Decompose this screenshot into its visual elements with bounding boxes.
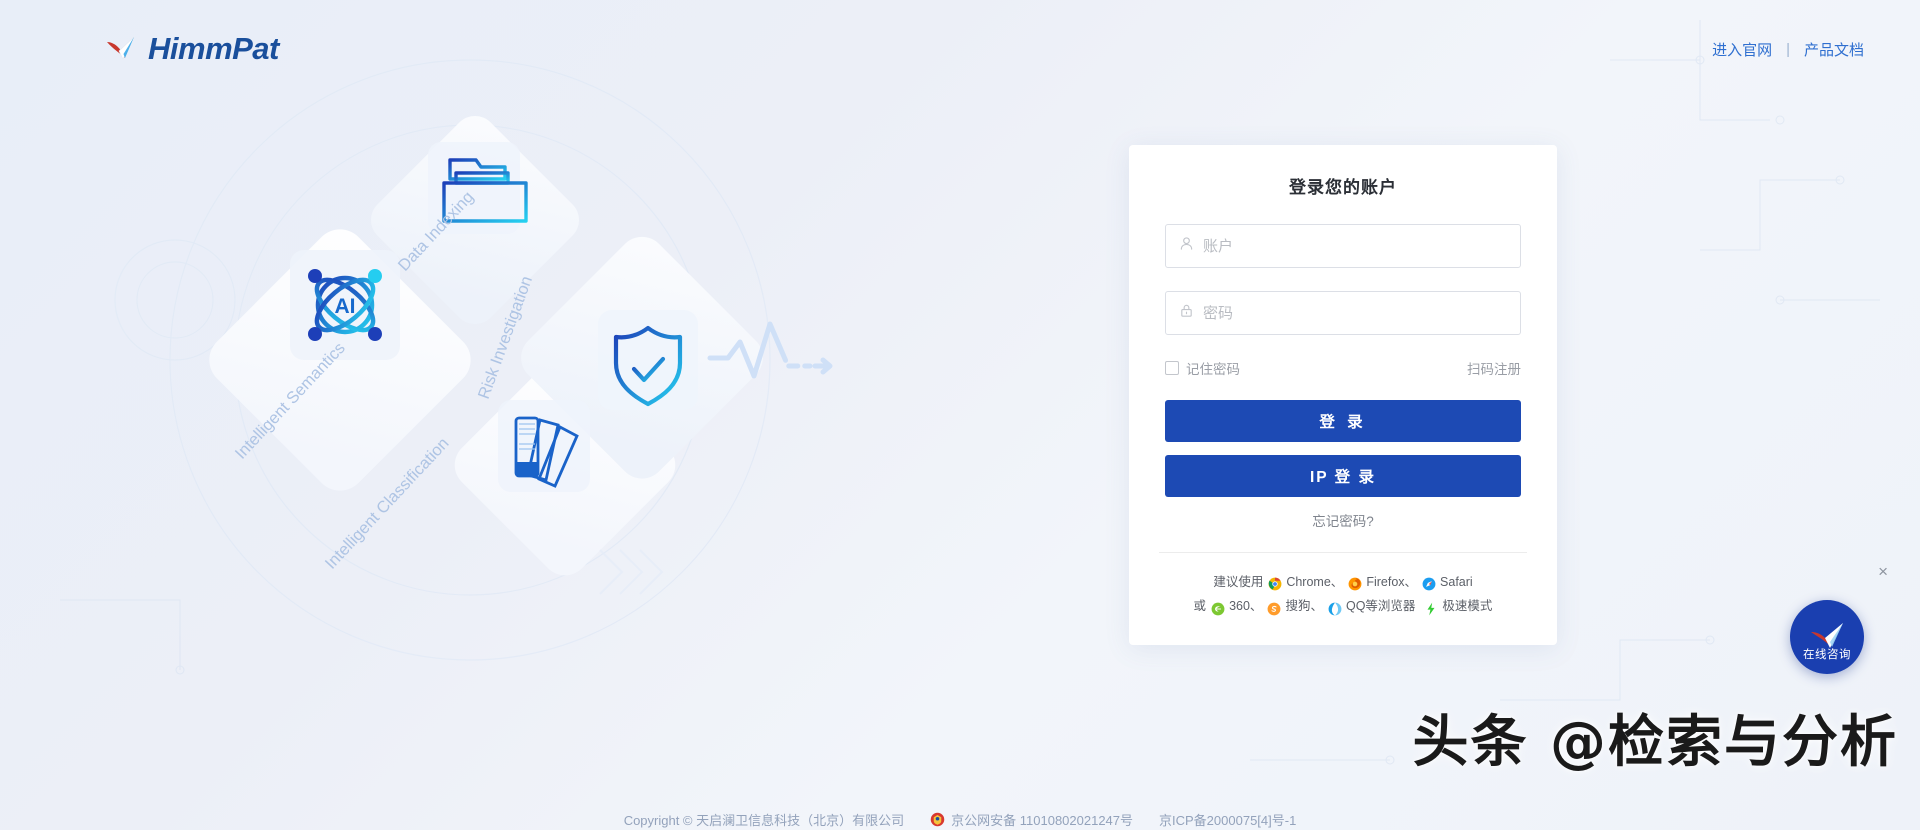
header-nav: 进入官网 | 产品文档 (1712, 39, 1864, 60)
qq-icon (1328, 600, 1342, 615)
forgot-password-link[interactable]: 忘记密码? (1165, 510, 1521, 530)
watermark-text: 头条 @检索与分析 (1412, 710, 1898, 775)
browser-qq-label: QQ等浏览器 (1345, 599, 1416, 614)
firefox-icon (1348, 575, 1362, 591)
browser-chrome-label: Chrome (1286, 575, 1331, 589)
nav-separator: | (1786, 40, 1790, 58)
account-input[interactable] (1203, 237, 1507, 255)
browser-360: 360 (1211, 594, 1250, 618)
footer-beian-police-item[interactable]: 京公网安备 11010802021247号 (930, 810, 1133, 829)
checkmark-swoosh-logo-icon (104, 32, 138, 66)
brand-logo: HimmPat (104, 31, 279, 67)
remember-password-label: 记住密码 (1186, 362, 1240, 377)
brand-name: HimmPat (148, 31, 279, 66)
browser-safari: Safari (1422, 570, 1473, 594)
browser-sep-3: 、 (1249, 599, 1263, 614)
footer-beian-police: 京公网安备 11010802021247号 (951, 812, 1134, 828)
online-consult-label: 在线咨询 (1803, 649, 1851, 661)
hero-illustration: AI Intelligent Semantics Data Indexing R… (150, 80, 1010, 640)
browser-qq: QQ等浏览器 (1328, 594, 1415, 618)
browser-firefox-label: Firefox (1366, 575, 1405, 589)
ie360-icon (1211, 600, 1225, 615)
browser-sogou: 搜狗 (1267, 594, 1310, 618)
browser-chrome: Chrome (1268, 570, 1331, 594)
browser-firefox: Firefox (1348, 570, 1405, 594)
browser-safari-label: Safari (1440, 575, 1473, 589)
browser-recommendation: 建议使用 Chrome 、 Firefox 、 Safari 或 360 、 搜… (1165, 570, 1521, 619)
browser-sep-4: 、 (1310, 599, 1323, 614)
browser-turbo-label: 极速模式 (1442, 599, 1493, 614)
remember-password-checkbox[interactable]: 记住密码 (1165, 358, 1240, 378)
color-swatch-icon (498, 400, 590, 492)
official-site-link[interactable]: 进入官网 (1712, 39, 1772, 60)
login-button[interactable]: 登 录 (1165, 400, 1521, 442)
password-input[interactable] (1203, 304, 1507, 322)
shield-check-icon (598, 310, 698, 410)
ip-login-button[interactable]: IP 登 录 (1165, 455, 1521, 497)
ai-network-icon: AI (290, 250, 400, 360)
account-field[interactable] (1165, 224, 1521, 268)
svg-text:AI: AI (335, 295, 356, 318)
browser-360-label: 360 (1229, 599, 1250, 614)
page-footer: Copyright © 天启澜卫信息科技（北京）有限公司 京公网安备 11010… (0, 808, 1920, 830)
browser-sogou-label: 搜狗 (1285, 599, 1311, 614)
footer-beian-icp[interactable]: 京ICP备2000075[4]号-1 (1159, 810, 1296, 829)
browser-line-1: 建议使用 Chrome 、 Firefox 、 Safari (1165, 570, 1521, 594)
login-card: 登录您的账户 记住密码 扫码注册 登 录 IP 登 录 忘记密码? (1129, 145, 1557, 645)
lightning-icon (1424, 600, 1438, 615)
beian-badge-icon (930, 812, 945, 827)
qr-register-link[interactable]: 扫码注册 (1467, 358, 1521, 378)
browser-turbo: 极速模式 (1424, 594, 1492, 618)
page-header: HimmPat 进入官网 | 产品文档 (0, 0, 1920, 98)
password-field[interactable] (1165, 291, 1521, 335)
browser-sep-1: 、 (1330, 575, 1344, 589)
login-title: 登录您的账户 (1289, 178, 1397, 197)
online-consult-button[interactable]: 在线咨询 (1790, 600, 1864, 674)
checkbox-box[interactable] (1165, 361, 1179, 375)
safari-icon (1422, 575, 1436, 591)
lock-icon (1179, 303, 1194, 323)
login-options-row: 记住密码 扫码注册 (1165, 358, 1521, 378)
chrome-icon (1268, 575, 1282, 591)
browser-lead-2: 或 (1193, 599, 1207, 614)
browser-line-2: 或 360 、 搜狗 、 QQ等浏览器 极速模式 (1165, 594, 1521, 618)
browser-lead-1: 建议使用 (1213, 575, 1264, 589)
card-divider (1159, 552, 1527, 553)
sogou-icon (1267, 600, 1281, 615)
browser-sep-2: 、 (1404, 575, 1418, 589)
user-icon (1179, 236, 1194, 256)
product-docs-link[interactable]: 产品文档 (1804, 39, 1864, 60)
chat-close-icon[interactable]: × (1878, 563, 1888, 580)
footer-copyright: Copyright © 天启澜卫信息科技（北京）有限公司 (623, 812, 905, 828)
